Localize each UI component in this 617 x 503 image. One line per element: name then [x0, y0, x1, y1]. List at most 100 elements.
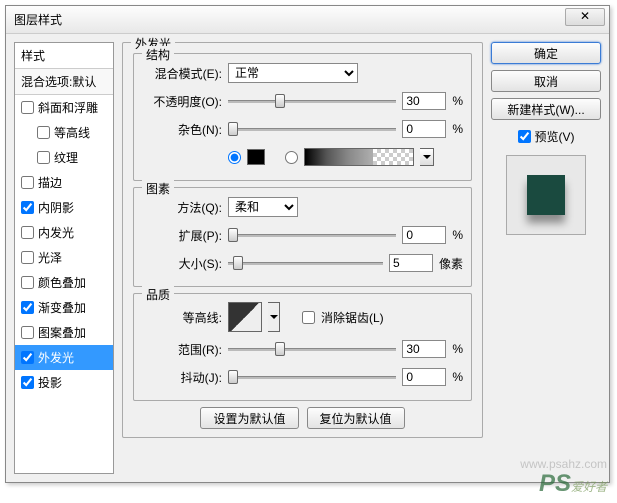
dialog-title: 图层样式	[14, 11, 62, 28]
opacity-input[interactable]	[402, 92, 446, 110]
sidebar-item-4[interactable]: 内阴影	[15, 195, 113, 220]
layer-style-dialog: 图层样式 ✕ 样式 混合选项:默认 斜面和浮雕等高线纹理描边内阴影内发光光泽颜色…	[5, 5, 610, 483]
antialias-checkbox[interactable]	[302, 311, 315, 324]
spread-slider[interactable]	[228, 227, 396, 243]
sidebar-label: 投影	[38, 374, 62, 391]
size-label: 大小(S):	[142, 255, 222, 272]
sidebar-label: 内阴影	[38, 199, 74, 216]
sidebar-label: 颜色叠加	[38, 274, 86, 291]
method-select[interactable]: 柔和	[228, 197, 298, 217]
sidebar-item-9[interactable]: 图案叠加	[15, 320, 113, 345]
size-unit: 像素	[439, 255, 463, 272]
sidebar-item-7[interactable]: 颜色叠加	[15, 270, 113, 295]
sidebar-label: 渐变叠加	[38, 299, 86, 316]
quality-legend: 品质	[142, 286, 174, 303]
contour-picker[interactable]	[228, 302, 262, 332]
jitter-label: 抖动(J):	[142, 369, 222, 386]
set-default-button[interactable]: 设置为默认值	[200, 407, 298, 429]
spread-label: 扩展(P):	[142, 227, 222, 244]
sidebar-item-3[interactable]: 描边	[15, 170, 113, 195]
sidebar-item-2[interactable]: 纹理	[15, 145, 113, 170]
sidebar-checkbox-9[interactable]	[21, 326, 34, 339]
preview-label: 预览(V)	[535, 128, 575, 145]
size-slider[interactable]	[228, 255, 383, 271]
sidebar-item-10[interactable]: 外发光	[15, 345, 113, 370]
structure-group: 结构 混合模式(E): 正常 不透明度(O): % 杂色(N):	[133, 53, 472, 181]
sidebar-checkbox-2[interactable]	[37, 151, 50, 164]
contour-label: 等高线:	[142, 309, 222, 326]
sidebar-item-6[interactable]: 光泽	[15, 245, 113, 270]
sidebar-label: 光泽	[38, 249, 62, 266]
gradient-swatch[interactable]	[304, 148, 414, 166]
noise-label: 杂色(N):	[142, 121, 222, 138]
sidebar-item-8[interactable]: 渐变叠加	[15, 295, 113, 320]
opacity-unit: %	[452, 94, 463, 108]
blend-mode-select[interactable]: 正常	[228, 63, 358, 83]
quality-group: 品质 等高线: 消除锯齿(L) 范围(R): %	[133, 293, 472, 401]
range-unit: %	[452, 342, 463, 356]
sidebar-checkbox-1[interactable]	[37, 126, 50, 139]
close-icon: ✕	[580, 9, 590, 23]
range-input[interactable]	[402, 340, 446, 358]
spread-unit: %	[452, 228, 463, 242]
noise-input[interactable]	[402, 120, 446, 138]
noise-slider[interactable]	[228, 121, 396, 137]
sidebar-checkbox-11[interactable]	[21, 376, 34, 389]
new-style-button[interactable]: 新建样式(W)...	[491, 98, 601, 120]
jitter-input[interactable]	[402, 368, 446, 386]
preview-swatch	[527, 175, 565, 215]
styles-sidebar: 样式 混合选项:默认 斜面和浮雕等高线纹理描边内阴影内发光光泽颜色叠加渐变叠加图…	[14, 42, 114, 474]
sidebar-checkbox-8[interactable]	[21, 301, 34, 314]
structure-legend: 结构	[142, 46, 174, 63]
sidebar-checkbox-4[interactable]	[21, 201, 34, 214]
size-input[interactable]	[389, 254, 433, 272]
sidebar-label: 纹理	[54, 149, 78, 166]
range-slider[interactable]	[228, 341, 396, 357]
sidebar-checkbox-10[interactable]	[21, 351, 34, 364]
sidebar-checkbox-3[interactable]	[21, 176, 34, 189]
preview-checkbox[interactable]	[518, 130, 531, 143]
jitter-unit: %	[452, 370, 463, 384]
sidebar-blend-options[interactable]: 混合选项:默认	[15, 69, 113, 95]
elements-legend: 图素	[142, 180, 174, 197]
opacity-slider[interactable]	[228, 93, 396, 109]
sidebar-checkbox-5[interactable]	[21, 226, 34, 239]
cancel-button[interactable]: 取消	[491, 70, 601, 92]
sidebar-label: 图案叠加	[38, 324, 86, 341]
sidebar-label: 内发光	[38, 224, 74, 241]
sidebar-label: 斜面和浮雕	[38, 99, 98, 116]
ok-button[interactable]: 确定	[491, 42, 601, 64]
sidebar-label: 描边	[38, 174, 62, 191]
elements-group: 图素 方法(Q): 柔和 扩展(P): % 大小(S):	[133, 187, 472, 287]
close-button[interactable]: ✕	[565, 8, 605, 26]
blend-mode-label: 混合模式(E):	[142, 65, 222, 82]
sidebar-checkbox-0[interactable]	[21, 101, 34, 114]
method-label: 方法(Q):	[142, 199, 222, 216]
color-radio[interactable]	[228, 151, 241, 164]
sidebar-checkbox-7[interactable]	[21, 276, 34, 289]
color-swatch[interactable]	[247, 149, 265, 165]
sidebar-item-11[interactable]: 投影	[15, 370, 113, 395]
right-panel: 确定 取消 新建样式(W)... 预览(V)	[491, 42, 601, 474]
sidebar-item-1[interactable]: 等高线	[15, 120, 113, 145]
spread-input[interactable]	[402, 226, 446, 244]
preview-thumbnail	[506, 155, 586, 235]
watermark-url: www.psahz.com	[520, 457, 607, 471]
sidebar-checkbox-6[interactable]	[21, 251, 34, 264]
jitter-slider[interactable]	[228, 369, 396, 385]
titlebar: 图层样式 ✕	[6, 6, 609, 34]
sidebar-item-5[interactable]: 内发光	[15, 220, 113, 245]
sidebar-item-0[interactable]: 斜面和浮雕	[15, 95, 113, 120]
sidebar-label: 外发光	[38, 349, 74, 366]
opacity-label: 不透明度(O):	[142, 93, 222, 110]
reset-default-button[interactable]: 复位为默认值	[307, 407, 405, 429]
gradient-radio[interactable]	[285, 151, 298, 164]
settings-panel: 外发光 结构 混合模式(E): 正常 不透明度(O): % 杂色(N):	[122, 42, 483, 474]
antialias-label: 消除锯齿(L)	[321, 309, 384, 326]
sidebar-label: 等高线	[54, 124, 90, 141]
range-label: 范围(R):	[142, 341, 222, 358]
contour-dropdown[interactable]	[268, 302, 280, 332]
gradient-dropdown[interactable]	[420, 148, 434, 166]
noise-unit: %	[452, 122, 463, 136]
sidebar-header[interactable]: 样式	[15, 43, 113, 69]
